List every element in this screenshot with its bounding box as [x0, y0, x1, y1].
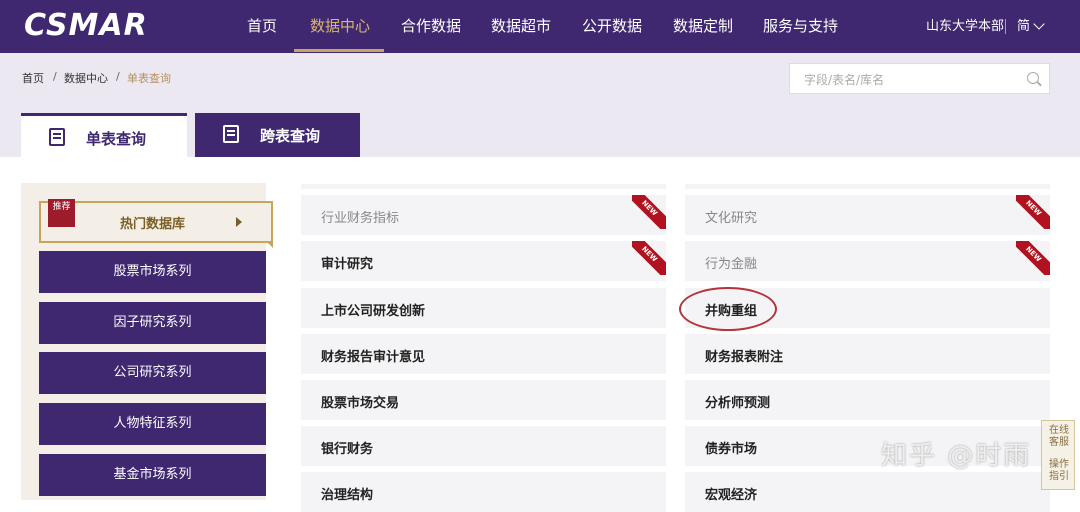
nav-data-market[interactable]: 数据超市	[491, 0, 551, 53]
db-item-label: 上市公司研发创新	[321, 304, 426, 319]
search-placeholder[interactable]: 字段/表名/库名	[804, 71, 884, 88]
db-item-audit-research[interactable]: 审计研究 NEW	[301, 241, 666, 281]
guide-button[interactable]: 操作指引	[1046, 459, 1072, 483]
db-item-financial-notes[interactable]: 财务报表附注	[685, 334, 1050, 374]
cross-query-icon	[223, 125, 239, 143]
nav-public-data[interactable]: 公开数据	[582, 0, 642, 53]
nav-cooperation-data[interactable]: 合作数据	[401, 0, 461, 53]
watermark-text: 知乎 @时雨	[881, 441, 1032, 471]
nav-home[interactable]: 首页	[247, 0, 277, 53]
db-item-label: 债券市场	[705, 442, 758, 457]
sidebar-item-stock-market[interactable]: 股票市场系列	[39, 251, 266, 293]
search-box[interactable]: 字段/表名/库名	[789, 63, 1050, 94]
sidebar-item-factor-research[interactable]: 因子研究系列	[39, 302, 266, 344]
db-item-label: 财务报告审计意见	[321, 350, 426, 365]
top-nav: CSMAR 首页 数据中心 合作数据 数据超市 公开数据 数据定制 服务与支持 …	[0, 0, 1080, 53]
breadcrumb-current: 单表查询	[127, 72, 171, 85]
db-item-governance[interactable]: 治理结构	[301, 472, 666, 512]
recommend-badge: 推荐	[48, 199, 75, 227]
sidebar-item-person-traits[interactable]: 人物特征系列	[39, 403, 266, 445]
tab-label: 单表查询	[86, 130, 147, 148]
hot-database-label: 热门数据库	[120, 217, 186, 232]
db-item-label: 股票市场交易	[321, 396, 400, 411]
new-badge: NEW	[632, 195, 666, 229]
nav-divider	[1005, 19, 1006, 34]
breadcrumb-separator: /	[53, 70, 57, 83]
db-item-label: 财务报表附注	[705, 350, 784, 365]
db-item-macro-economy[interactable]: 宏观经济	[685, 472, 1050, 512]
search-icon[interactable]	[1027, 72, 1039, 84]
db-item-culture-research[interactable]: 文化研究 NEW	[685, 195, 1050, 235]
hot-corner-fold	[266, 241, 273, 248]
nav-data-center[interactable]: 数据中心	[310, 0, 370, 53]
db-item-industry-financial-indicators[interactable]: 行业财务指标 NEW	[301, 195, 666, 235]
highlight-circle	[679, 287, 777, 331]
tab-label: 跨表查询	[260, 127, 321, 145]
db-item-analyst-forecast[interactable]: 分析师预测	[685, 380, 1050, 420]
grid-row-top-edge	[685, 184, 1050, 189]
breadcrumb-separator: /	[116, 70, 120, 83]
new-badge: NEW	[1016, 195, 1050, 229]
single-query-icon	[49, 128, 65, 146]
language-toggle[interactable]: 简	[1017, 0, 1030, 53]
tab-single-table[interactable]: 单表查询	[21, 113, 187, 157]
db-item-label: 银行财务	[321, 442, 374, 457]
nav-active-indicator	[294, 49, 384, 52]
chevron-down-icon[interactable]	[1033, 18, 1045, 30]
sidebar-item-company-research[interactable]: 公司研究系列	[39, 352, 266, 394]
db-item-label: 分析师预测	[705, 396, 771, 411]
db-item-label: 治理结构	[321, 488, 374, 503]
floating-tools: 在线客服 操作指引	[1041, 420, 1075, 490]
nav-data-custom[interactable]: 数据定制	[673, 0, 733, 53]
db-item-rd-innovation[interactable]: 上市公司研发创新	[301, 288, 666, 328]
db-item-behavioral-finance[interactable]: 行为金融 NEW	[685, 241, 1050, 281]
db-item-bank-finance[interactable]: 银行财务	[301, 426, 666, 466]
new-badge: NEW	[1016, 241, 1050, 275]
breadcrumb-home[interactable]: 首页	[22, 70, 44, 86]
db-item-label: 行业财务指标	[321, 211, 400, 226]
db-item-label: 宏观经济	[705, 488, 758, 503]
account-name[interactable]: 山东大学本部	[926, 0, 1004, 53]
db-item-label: 文化研究	[705, 211, 758, 226]
breadcrumb-data-center[interactable]: 数据中心	[64, 70, 108, 86]
caret-right-icon	[236, 217, 242, 227]
db-item-stock-trading[interactable]: 股票市场交易	[301, 380, 666, 420]
sidebar-item-fund-market[interactable]: 基金市场系列	[39, 454, 266, 496]
new-badge: NEW	[632, 241, 666, 275]
csmar-logo[interactable]: CSMAR	[24, 8, 148, 43]
db-item-audit-opinion[interactable]: 财务报告审计意见	[301, 334, 666, 374]
db-item-label: 审计研究	[321, 257, 374, 272]
tab-cross-table[interactable]: 跨表查询	[195, 113, 360, 157]
grid-row-top-edge	[301, 184, 666, 189]
db-item-label: 行为金融	[705, 257, 758, 272]
online-service-button[interactable]: 在线客服	[1046, 425, 1072, 449]
nav-service-support[interactable]: 服务与支持	[763, 0, 838, 53]
